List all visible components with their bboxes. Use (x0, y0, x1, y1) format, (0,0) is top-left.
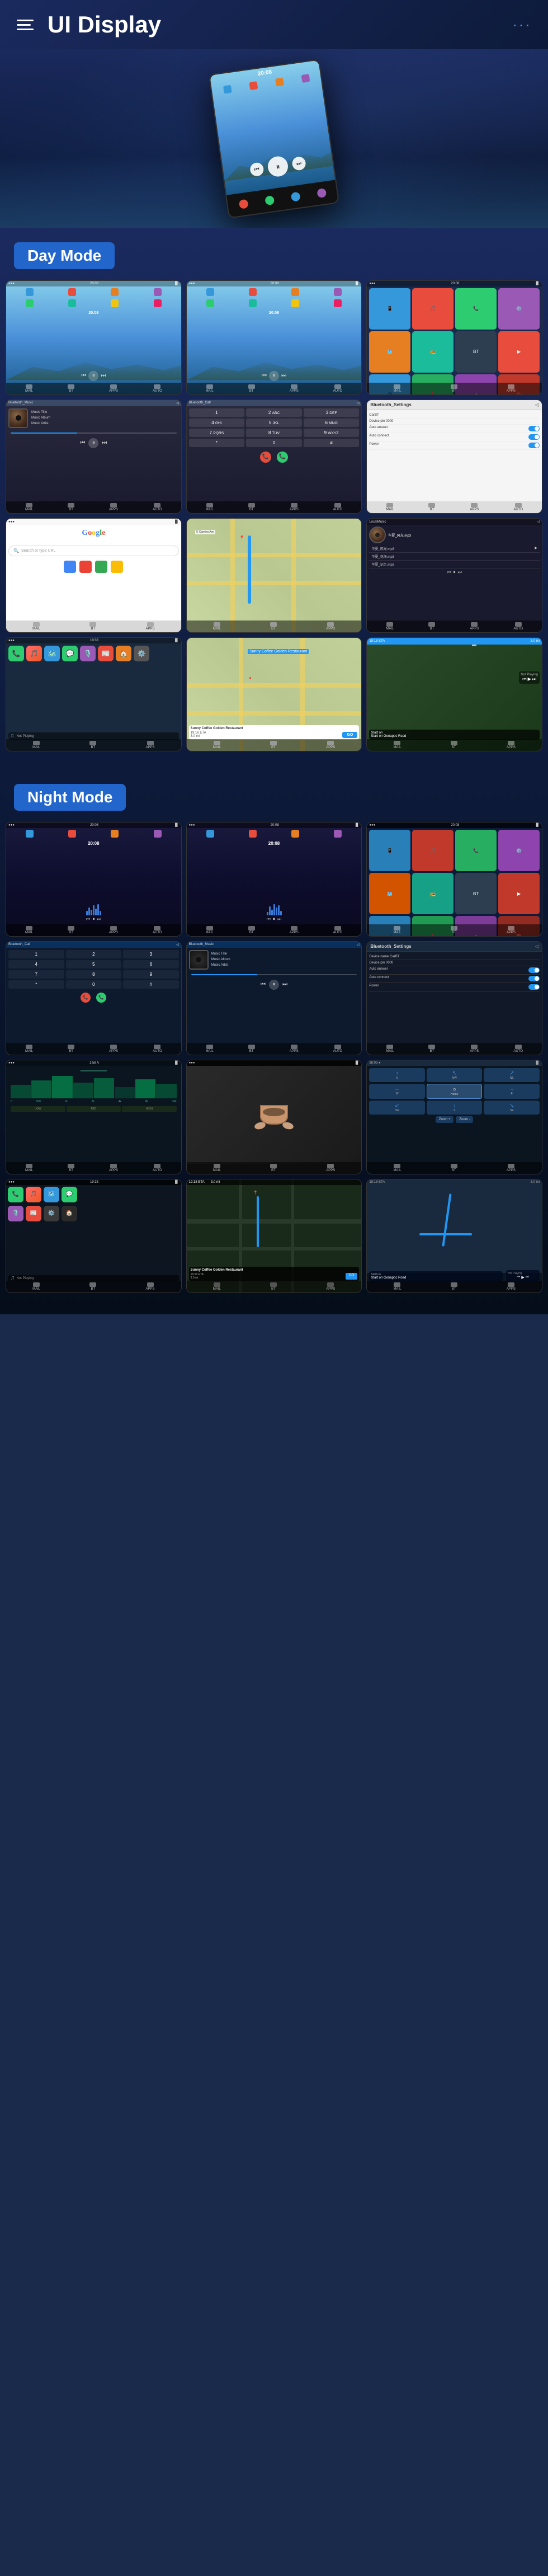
day-mode-section: Day Mode ●●● 20:08 ▐▌ (0, 228, 548, 770)
night-carplay-screen[interactable]: ●●● 19:33 ▐▌ 📞 🎵 🗺️ 💬 🎙️ 📰 ⚙️ (6, 1179, 182, 1294)
day-row-3: ●●●▐▌ Google 🔍 Search or type URL (6, 518, 542, 633)
night-apps-screen[interactable]: ●●● 20:08 ▐▌ 📱 🎵 📞 ⚙️ 🗺️ 📻 BT ▶ 🔵 (366, 822, 542, 937)
night-music-screen[interactable]: Bluetooth_Music ◁ Music Title Music Albu… (186, 941, 362, 1056)
bt-header: Bluetooth_Settings ◁ (367, 400, 542, 410)
night-photo-screen[interactable]: ●●● ▐▌ (186, 1060, 362, 1174)
header: UI Display ··· (0, 0, 548, 49)
night-phone-screen[interactable]: Bluetooth_Call ◁ 1 2 3 4 5 6 7 8 9 * (6, 941, 182, 1056)
night-row-3: ●●● 1:58 A ▐▌ ━━━━━━━━━━━━━ (6, 1060, 542, 1174)
day-row-4: ●●● 19:33 ▐▌ 📞 🎵 🗺️ 💬 🎙️ 📰 🏠 ⚙️ (6, 637, 542, 752)
night-row-4: ●●● 19:33 ▐▌ 📞 🎵 🗺️ 💬 🎙️ 📰 ⚙️ (6, 1179, 542, 1294)
night-equalizer-screen[interactable]: ●●● 1:58 A ▐▌ ━━━━━━━━━━━━━ (6, 1060, 182, 1174)
hero-section: 20:08 ⏮ ⏸ ⏭ (0, 49, 548, 228)
night-go-button[interactable]: GO (346, 1273, 357, 1280)
day-music-screen[interactable]: Bluetooth_Music ◁ Music Title Music Albu… (6, 399, 182, 514)
day-home-screen-1[interactable]: ●●● 20:08 ▐▌ (6, 280, 182, 395)
dots-icon[interactable]: ··· (512, 16, 531, 34)
day-navi-screen-2[interactable]: 19:18 ETA 3.0 mi Start on Start on Gonap… (366, 637, 542, 752)
night-navi-screen[interactable]: 38:03 ● ▐▌ ↑ N ↖ NW (366, 1060, 542, 1174)
page-title: UI Display (48, 11, 161, 38)
night-row-2: Bluetooth_Call ◁ 1 2 3 4 5 6 7 8 9 * (6, 941, 542, 1056)
night-mode-label: Night Mode (14, 784, 126, 811)
day-row-1: ●●● 20:08 ▐▌ (6, 280, 542, 395)
night-home-screen-1[interactable]: ●●● 20:08 ▐▌ 20:08 (6, 822, 182, 937)
night-home-screen-2[interactable]: ●●● 20:08 ▐▌ 20:08 (186, 822, 362, 937)
night-mode-section: Night Mode ●●● 20:08 ▐▌ (0, 770, 548, 1314)
day-map-screen[interactable]: 📍 E Camino Ave MAIL BT APPS (186, 518, 362, 633)
night-bluetooth-screen[interactable]: Bluetooth_Settings ◁ Device name CarBT D… (366, 941, 542, 1056)
day-bluetooth-screen[interactable]: Bluetooth_Settings ◁ CarBT Device pin 00… (366, 399, 542, 514)
hero-device: 20:08 ⏮ ⏸ ⏭ (209, 59, 339, 218)
day-row-2: Bluetooth_Music ◁ Music Title Music Albu… (6, 399, 542, 514)
night-row-1: ●●● 20:08 ▐▌ 20:08 (6, 822, 542, 937)
day-local-music-screen[interactable]: LocalMusic ◁ 华夏_风光.mp3 华夏_风光.mp3 ▶ (366, 518, 542, 633)
day-navi-screen-1[interactable]: Sunny Coffee Golden Restaurant 📍 Sunny C… (186, 637, 362, 752)
night-navi-map-screen[interactable]: 📍 19:18 ETA 3.0 mi Sunny Coffee Golden R… (186, 1179, 362, 1294)
day-mode-label: Day Mode (14, 242, 115, 269)
day-google-screen[interactable]: ●●●▐▌ Google 🔍 Search or type URL (6, 518, 182, 633)
go-button[interactable]: GO (342, 732, 357, 738)
night-route-screen[interactable]: 19:18 ETA 3.0 mi Start on Start on Gonap… (366, 1179, 542, 1294)
menu-icon[interactable] (17, 13, 39, 36)
day-home-screen-2[interactable]: ●●● 20:08 ▐▌ (186, 280, 362, 395)
day-apps-screen[interactable]: ●●● 20:08 ▐▌ 📱 🎵 📞 ⚙️ 🗺️ 📻 BT ▶ 🔵 (366, 280, 542, 395)
day-phone-screen[interactable]: Bluetooth_Call ◁ 1 2 ABC 3 DEF 4 GHI 5 J… (186, 399, 362, 514)
day-carplay-screen[interactable]: ●●● 19:33 ▐▌ 📞 🎵 🗺️ 💬 🎙️ 📰 🏠 ⚙️ (6, 637, 182, 752)
